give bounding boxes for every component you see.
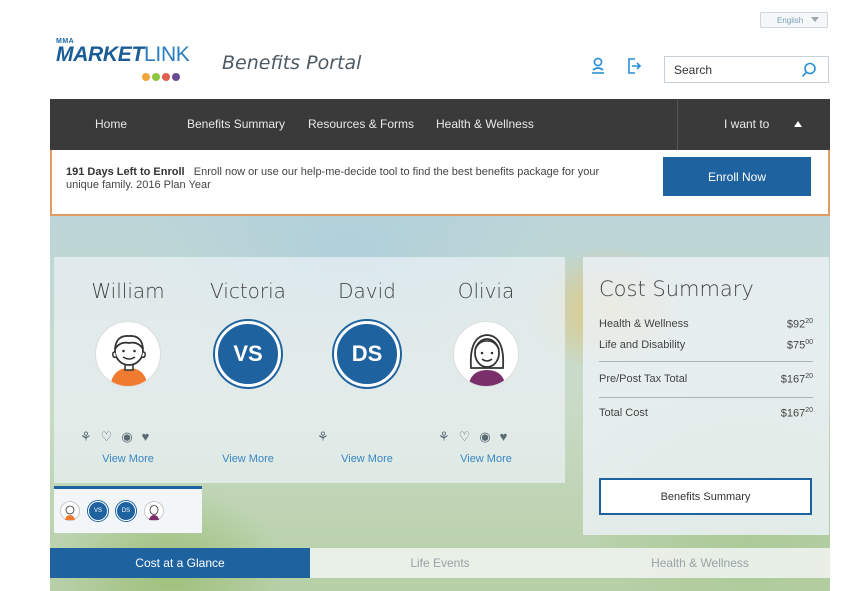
heart-icon: ♥ xyxy=(141,429,150,444)
days-left: 191 Days Left to Enroll xyxy=(66,166,185,178)
i-want-to-label: I want to xyxy=(724,117,770,131)
tooth-icon: ♡ xyxy=(458,429,471,444)
cost-row-health-wellness: Health & Wellness $9220 xyxy=(599,318,813,331)
member-thumb-vs[interactable]: VS xyxy=(88,501,108,521)
member-initials-avatar: VS xyxy=(215,321,281,387)
male-avatar-icon xyxy=(95,321,161,387)
member-thumbnail-strip[interactable]: VS DS xyxy=(54,486,202,533)
nav-item-resources-forms[interactable]: Resources & Forms xyxy=(308,117,414,131)
female-avatar-thumb-icon[interactable] xyxy=(144,501,164,521)
member-card-william[interactable]: William ⚘ ♡ ◉ ♥ View More xyxy=(68,257,188,465)
user-icon[interactable] xyxy=(590,57,606,75)
search-input[interactable]: Search xyxy=(664,56,829,83)
logout-icon[interactable] xyxy=(626,57,642,75)
member-card-olivia[interactable]: Olivia ⚘ ♡ ◉ ♥ View More xyxy=(426,257,546,465)
view-more-link[interactable]: View More xyxy=(188,453,308,465)
tab-health-wellness[interactable]: Health & Wellness xyxy=(570,548,830,578)
tooth-icon: ♡ xyxy=(100,429,113,444)
portal-title: Benefits Portal xyxy=(222,52,362,74)
search-placeholder: Search xyxy=(674,62,713,77)
chevron-down-icon xyxy=(811,17,819,22)
member-name: William xyxy=(91,279,165,303)
stethoscope-icon: ⚘ xyxy=(438,429,450,444)
member-name: David xyxy=(338,279,396,303)
view-more-link[interactable]: View More xyxy=(68,453,188,465)
cost-summary-title: Cost Summary xyxy=(599,277,754,301)
member-name: Olivia xyxy=(457,279,515,303)
enroll-message: 191 Days Left to Enroll Enroll now or us… xyxy=(66,166,626,192)
female-avatar-icon xyxy=(453,321,519,387)
view-more-link[interactable]: View More xyxy=(307,453,427,465)
bottom-tabs: Cost at a Glance Life Events Health & We… xyxy=(50,548,830,578)
tab-life-events[interactable]: Life Events xyxy=(310,548,570,578)
enroll-now-button[interactable]: Enroll Now xyxy=(663,157,811,196)
male-avatar-thumb-icon[interactable] xyxy=(60,501,80,521)
member-card-victoria[interactable]: Victoria VS View More xyxy=(188,257,308,465)
benefits-summary-button[interactable]: Benefits Summary xyxy=(599,478,812,515)
member-initials-avatar: DS xyxy=(334,321,400,387)
language-selector[interactable]: English xyxy=(760,12,828,28)
coverage-icons: ⚘ xyxy=(317,430,329,443)
cost-row-total: Total Cost $16720 xyxy=(599,407,813,420)
member-card-david[interactable]: David DS ⚘ View More xyxy=(307,257,427,465)
coverage-icons: ⚘ ♡ ◉ ♥ xyxy=(438,430,507,443)
logo-dots xyxy=(142,73,180,81)
nav-item-health-wellness[interactable]: Health & Wellness xyxy=(436,117,534,131)
member-thumb-ds[interactable]: DS xyxy=(116,501,136,521)
tab-cost-at-a-glance[interactable]: Cost at a Glance xyxy=(50,548,310,578)
view-more-link[interactable]: View More xyxy=(426,453,546,465)
eye-icon: ◉ xyxy=(479,429,491,444)
nav-item-home[interactable]: Home xyxy=(95,117,127,131)
logo-wordmark: MARKETLINK xyxy=(56,43,190,66)
cost-row-life-disability: Life and Disability $7500 xyxy=(599,339,813,352)
coverage-icons: ⚘ ♡ ◉ ♥ xyxy=(80,430,149,443)
language-label: English xyxy=(777,15,804,25)
family-members-panel: William ⚘ ♡ ◉ ♥ View More Victoria VS Vi… xyxy=(54,257,565,483)
i-want-to-menu[interactable]: I want to xyxy=(677,99,830,150)
nav-item-benefits-summary[interactable]: Benefits Summary xyxy=(187,117,285,131)
divider xyxy=(599,397,813,398)
enroll-banner: 191 Days Left to Enroll Enroll now or us… xyxy=(50,150,830,216)
cost-row-pre-post-tax: Pre/Post Tax Total $16720 xyxy=(599,373,813,386)
stethoscope-icon: ⚘ xyxy=(80,429,92,444)
eye-icon: ◉ xyxy=(121,429,133,444)
main-nav: Home Benefits Summary Resources & Forms … xyxy=(50,99,830,150)
heart-icon: ♥ xyxy=(499,429,508,444)
search-icon[interactable] xyxy=(800,61,818,82)
stethoscope-icon: ⚘ xyxy=(317,429,329,444)
divider xyxy=(599,361,813,362)
cost-summary-panel: Cost Summary Health & Wellness $9220 Lif… xyxy=(583,257,829,535)
chevron-up-icon xyxy=(794,121,802,127)
marketlink-logo[interactable]: MMA MARKETLINK xyxy=(56,38,190,81)
member-name: Victoria xyxy=(210,279,286,303)
